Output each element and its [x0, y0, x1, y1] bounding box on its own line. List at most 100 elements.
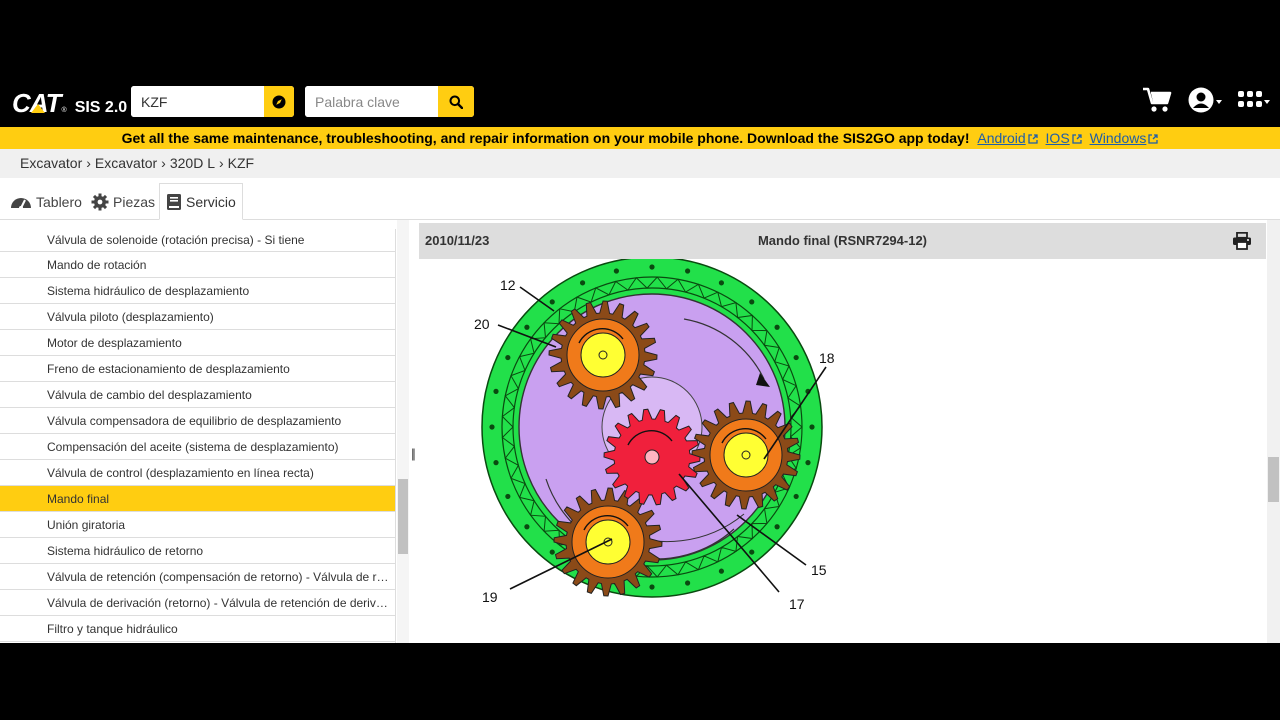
ring-bolt: [774, 524, 780, 530]
list-item[interactable]: Válvula compensadora de equilibrio de de…: [0, 408, 395, 434]
breadcrumb-item[interactable]: Excavator: [20, 155, 82, 171]
ring-bolt: [749, 549, 755, 555]
serial-search: [131, 86, 294, 117]
callout-17: 17: [789, 596, 805, 612]
ring-bolt: [685, 580, 691, 586]
callout-18: 18: [819, 350, 835, 366]
ring-bolt: [524, 324, 530, 330]
list-scrollbar-thumb[interactable]: [398, 479, 408, 554]
ring-bolt: [613, 268, 619, 274]
list-item[interactable]: Válvula de solenoide (rotación precisa) …: [0, 229, 395, 252]
list-item[interactable]: Sistema hidráulico de desplazamiento: [0, 278, 395, 304]
sis2go-banner: Get all the same maintenance, troublesho…: [0, 127, 1280, 149]
list-item-active[interactable]: Mando final: [0, 486, 395, 512]
print-button[interactable]: [1232, 231, 1252, 255]
user-menu-button[interactable]: [1188, 87, 1222, 113]
compass-button[interactable]: [264, 86, 294, 117]
video-letterbox-top: [0, 0, 1280, 80]
user-icon: [1188, 87, 1214, 113]
document-header: 2010/11/23 Mando final (RSNR7294-12): [419, 223, 1266, 259]
ring-bolt: [749, 299, 755, 305]
tab-servicio[interactable]: Servicio: [159, 183, 243, 220]
ios-link[interactable]: IOS: [1046, 130, 1082, 146]
document-date: 2010/11/23: [425, 233, 490, 248]
cart-icon: [1143, 87, 1172, 112]
book-icon: [167, 193, 181, 210]
callout-19: 19: [482, 589, 498, 605]
document-body: 12 20 18 15 17 19: [419, 259, 1266, 643]
pane-splitter-handle[interactable]: ||: [411, 446, 416, 461]
registered-mark: ®: [61, 107, 67, 114]
header-actions: [1142, 87, 1270, 113]
keyword-search-input[interactable]: [305, 86, 438, 117]
tab-label: Tablero: [36, 193, 82, 210]
ring-bolt: [718, 568, 725, 574]
document-scrollbar[interactable]: [1267, 220, 1280, 643]
ring-bolt: [493, 388, 499, 394]
list-item[interactable]: Válvula de control (desplazamiento en lí…: [0, 460, 395, 486]
service-topic-list: Válvula de solenoide (rotación precisa) …: [0, 229, 396, 643]
cart-button[interactable]: [1142, 87, 1172, 113]
list-item[interactable]: Unión giratoria: [0, 512, 395, 538]
list-item[interactable]: Motor de desplazamiento: [0, 330, 395, 356]
list-item[interactable]: Válvula de derivación (retorno) - Válvul…: [0, 590, 395, 616]
breadcrumb-separator: ›: [86, 155, 91, 171]
breadcrumb-separator: ›: [219, 155, 224, 171]
banner-message: Get all the same maintenance, troublesho…: [121, 130, 970, 146]
breadcrumb-item[interactable]: KZF: [228, 155, 254, 171]
final-drive-diagram: 12 20 18 15 17 19: [474, 259, 835, 612]
ring-bolt: [809, 424, 815, 430]
cat-logo-text: CAT: [12, 88, 62, 118]
printer-icon: [1233, 231, 1251, 250]
document-title: Mando final (RSNR7294-12): [757, 233, 928, 248]
list-item[interactable]: Válvula de cambio del desplazamiento: [0, 382, 395, 408]
ring-bolt: [505, 354, 511, 361]
tab-piezas[interactable]: Piezas: [87, 183, 159, 220]
tab-tablero[interactable]: Tablero: [6, 183, 86, 220]
breadcrumb-item[interactable]: 320D L: [170, 155, 215, 171]
video-letterbox-bottom: [0, 643, 1280, 720]
external-link-icon: [1028, 134, 1038, 144]
main-tabs: Tablero Piezas Servicio: [0, 178, 1280, 220]
list-item[interactable]: Filtro y tanque hidráulico: [0, 616, 395, 642]
search-button[interactable]: [438, 86, 474, 117]
compass-icon: [272, 95, 286, 108]
top-header: CAT ® SIS 2.0: [0, 80, 1280, 127]
list-item[interactable]: Válvula de retención (compensación de re…: [0, 564, 395, 590]
ring-bolt: [805, 460, 811, 466]
windows-link[interactable]: Windows: [1090, 130, 1159, 146]
sis-app: CAT ® SIS 2.0 KZF Palabra clave Get all …: [0, 80, 1280, 643]
ring-bolt: [649, 584, 655, 590]
external-link-icon: [1148, 134, 1159, 144]
list-item[interactable]: Freno de estacionamiento de desplazamien…: [0, 356, 395, 382]
chevron-down-icon: [1264, 100, 1270, 104]
breadcrumb-separator: ›: [161, 155, 166, 171]
ring-bolt: [524, 524, 530, 530]
tab-label: Piezas: [113, 193, 156, 210]
ring-bolt: [774, 324, 780, 330]
ring-bolt: [793, 354, 799, 361]
list-item[interactable]: Compensación del aceite (sistema de desp…: [0, 434, 395, 460]
apps-grid-icon: [1238, 91, 1262, 107]
apps-menu-button[interactable]: [1238, 91, 1270, 109]
ring-bolt: [649, 264, 655, 270]
ring-bolt: [579, 280, 586, 286]
serial-search-input[interactable]: [131, 86, 264, 117]
callout-12: 12: [500, 277, 516, 293]
keyword-search: [305, 86, 474, 117]
ring-bolt: [549, 299, 555, 305]
android-link[interactable]: Android: [977, 130, 1038, 146]
ring-bolt: [549, 549, 555, 555]
list-item[interactable]: Sistema hidráulico de retorno: [0, 538, 395, 564]
list-item[interactable]: Válvula piloto (desplazamiento): [0, 304, 395, 330]
breadcrumb-item[interactable]: Excavator: [95, 155, 157, 171]
list-item[interactable]: Mando de rotación: [0, 252, 395, 278]
callout-15: 15: [811, 562, 827, 578]
document-scrollbar-thumb[interactable]: [1268, 457, 1279, 502]
ring-bolt: [718, 280, 725, 286]
cat-sis-logo[interactable]: CAT ® SIS 2.0: [12, 88, 127, 119]
search-icon: [449, 95, 463, 109]
list-scrollbar[interactable]: [397, 220, 409, 643]
gear-icon: [91, 193, 109, 210]
tab-label: Servicio: [186, 193, 236, 210]
